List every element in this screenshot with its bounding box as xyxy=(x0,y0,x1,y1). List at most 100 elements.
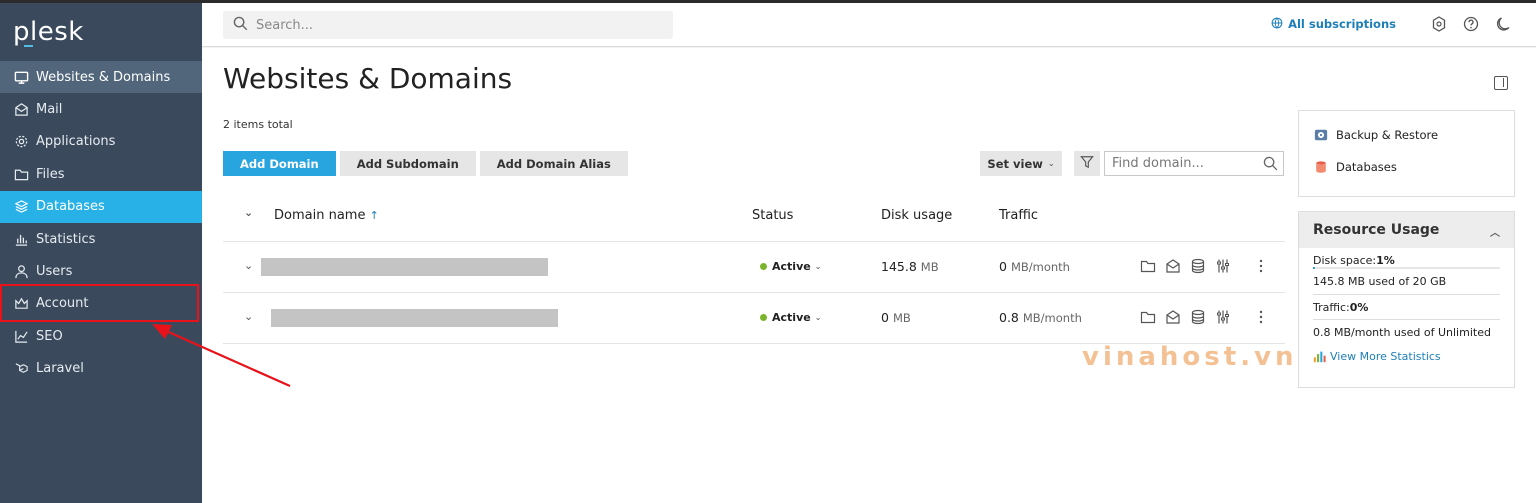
column-disk-usage[interactable]: Disk usage xyxy=(881,208,952,223)
database-icon[interactable] xyxy=(1190,309,1206,325)
plesk-logo[interactable]: plesk xyxy=(13,17,84,47)
globe-icon xyxy=(1271,17,1283,32)
help-icon[interactable] xyxy=(1462,15,1480,33)
table-row[interactable]: ⌄ Active ⌄ 145.8 MB 0 MB/month xyxy=(223,242,1285,293)
sidebar-item-label: Users xyxy=(36,264,73,280)
quick-link-label: Backup & Restore xyxy=(1336,128,1439,142)
filter-icon xyxy=(1080,154,1094,173)
table-row[interactable]: ⌄ Active ⌄ 0 MB 0.8 MB/month xyxy=(223,293,1285,344)
subscriptions-selector[interactable]: All subscriptions xyxy=(1271,17,1396,32)
backup-icon xyxy=(1314,128,1328,142)
monitor-icon xyxy=(13,69,29,85)
traffic-label: Traffic: xyxy=(1313,300,1350,314)
domains-table: ⌄ ⌄ Domain name ↑ Status Disk usage Traff… xyxy=(223,190,1285,344)
logo-accent xyxy=(24,45,33,47)
view-more-statistics-link[interactable]: View More Statistics xyxy=(1313,344,1500,369)
panel-toggle-icon[interactable] xyxy=(1494,76,1508,90)
filter-button[interactable] xyxy=(1074,151,1100,176)
sidebar-item-label: Databases xyxy=(36,199,105,215)
database-icon xyxy=(1314,160,1328,174)
disk-unit: MB xyxy=(892,311,911,325)
add-subdomain-button[interactable]: Add Subdomain xyxy=(339,151,476,176)
disk-progress-fill xyxy=(1313,267,1315,269)
sidebar-item-label: Files xyxy=(36,166,65,182)
quick-links-panel: Backup & Restore Databases xyxy=(1298,110,1515,197)
chevron-down-icon[interactable]: ⌄ xyxy=(244,259,253,272)
items-total: 2 items total xyxy=(223,118,293,131)
sidebar-item-seo[interactable]: SEO xyxy=(0,320,202,352)
search-input[interactable] xyxy=(256,17,656,33)
watermark: vinahost.vn xyxy=(1082,342,1298,372)
sidebar-item-mail[interactable]: Mail xyxy=(0,93,202,125)
resource-usage-title: Resource Usage xyxy=(1313,222,1440,238)
sidebar-item-users[interactable]: Users xyxy=(0,255,202,287)
disk-detail-line: 145.8 MB used of 20 GB xyxy=(1313,275,1447,288)
traffic-percent: 0% xyxy=(1349,300,1369,314)
sidebar-item-label: Websites & Domains xyxy=(36,69,171,85)
set-view-dropdown[interactable]: Set view ⌄ xyxy=(980,151,1062,176)
settings-sliders-icon[interactable] xyxy=(1215,309,1231,325)
header-actions: All subscriptions xyxy=(1271,15,1512,33)
folder-icon[interactable] xyxy=(1140,309,1156,325)
extensions-icon[interactable] xyxy=(1430,15,1448,33)
column-status[interactable]: Status xyxy=(752,208,793,223)
gear-icon xyxy=(13,134,29,150)
database-icon[interactable] xyxy=(1190,258,1206,274)
column-traffic[interactable]: Traffic xyxy=(999,208,1038,223)
sidebar-item-applications[interactable]: Applications xyxy=(0,126,202,158)
sidebar-item-files[interactable]: Files xyxy=(0,158,202,190)
find-domain-box[interactable] xyxy=(1104,151,1284,176)
sidebar-item-label: Mail xyxy=(36,102,63,118)
search-icon xyxy=(233,16,248,35)
sidebar-item-statistics[interactable]: Statistics xyxy=(0,223,202,255)
chevron-down-icon[interactable]: ⌄ xyxy=(244,310,253,323)
disk-space-label: Disk space: xyxy=(1313,254,1377,267)
add-domain-button[interactable]: Add Domain xyxy=(223,151,336,176)
mail-icon[interactable] xyxy=(1165,258,1181,274)
status-dot xyxy=(760,314,767,321)
databases-link[interactable]: Databases xyxy=(1314,159,1514,175)
set-view-label: Set view xyxy=(987,156,1043,171)
sidebar-item-label: Laravel xyxy=(36,361,84,377)
sidebar-item-label: Applications xyxy=(36,134,116,150)
status-badge[interactable]: Active ⌄ xyxy=(760,311,821,324)
expand-all-icon[interactable]: ⌄ ⌄ xyxy=(244,206,253,219)
sidebar-item-laravel[interactable]: Laravel xyxy=(0,353,202,385)
global-search[interactable] xyxy=(223,11,673,39)
add-domain-alias-button[interactable]: Add Domain Alias xyxy=(479,151,628,176)
layers-icon xyxy=(13,199,29,215)
domain-name-redacted[interactable] xyxy=(271,309,558,327)
more-vertical-icon[interactable] xyxy=(1253,258,1269,277)
sidebar-item-databases[interactable]: Databases xyxy=(0,190,202,223)
disk-usage-cell: 0 MB xyxy=(881,310,911,325)
status-badge[interactable]: Active ⌄ xyxy=(760,260,821,273)
mail-icon[interactable] xyxy=(1165,309,1181,325)
dark-mode-icon[interactable] xyxy=(1494,15,1512,33)
traffic-cell: 0.8 MB/month xyxy=(999,310,1082,325)
sidebar-item-websites-domains[interactable]: Websites & Domains xyxy=(0,61,202,94)
settings-sliders-icon[interactable] xyxy=(1215,258,1231,274)
sidebar-nav: Websites & Domains Mail Applications Fil… xyxy=(0,61,202,385)
trend-icon xyxy=(13,328,29,344)
column-label: Domain name xyxy=(274,208,366,223)
sidebar-item-label: Statistics xyxy=(36,231,96,247)
column-domain-name[interactable]: Domain name ↑ xyxy=(274,208,379,223)
resource-usage-panel: Resource Usage ︿ Disk space: 1% 145.8 MB… xyxy=(1298,211,1515,388)
resource-usage-header[interactable]: Resource Usage ︿ xyxy=(1299,212,1514,248)
disk-space-percent: 1% xyxy=(1376,254,1395,267)
backup-restore-link[interactable]: Backup & Restore xyxy=(1314,127,1514,143)
traffic-value: 0 xyxy=(999,259,1007,274)
more-vertical-icon[interactable] xyxy=(1253,309,1269,328)
domain-name-redacted[interactable] xyxy=(261,258,548,276)
chevron-up-icon[interactable]: ︿ xyxy=(1490,224,1500,239)
laravel-icon xyxy=(13,361,29,377)
status-text: Active xyxy=(772,311,811,324)
mail-icon xyxy=(13,102,29,118)
traffic-detail-line: 0.8 MB/month used of Unlimited xyxy=(1313,319,1500,344)
chevron-down-icon: ⌄ xyxy=(814,313,822,322)
folder-icon[interactable] xyxy=(1140,258,1156,274)
find-domain-input[interactable] xyxy=(1105,156,1255,171)
resource-usage-body: Disk space: 1% 145.8 MB used of 20 GB Tr… xyxy=(1299,248,1514,369)
sort-arrow-icon: ↑ xyxy=(369,209,379,222)
search-icon[interactable] xyxy=(1263,156,1278,175)
